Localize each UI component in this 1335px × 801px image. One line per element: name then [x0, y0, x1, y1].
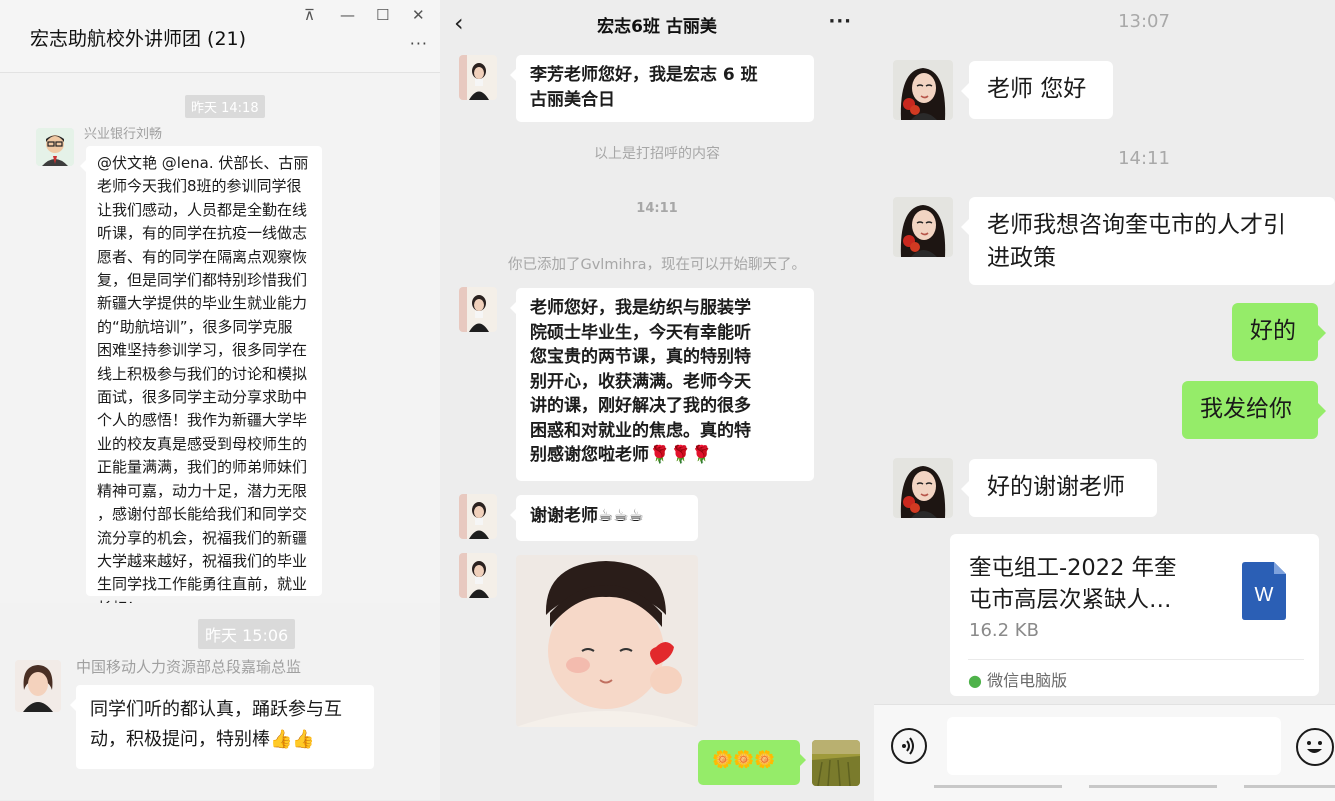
avatar[interactable]	[893, 458, 953, 518]
avatar[interactable]	[812, 740, 860, 786]
sent-message-bubble[interactable]: 我发给你	[1182, 381, 1326, 439]
file-message-card[interactable]: 奎屯组工-2022 年奎 屯市高层次紧缺人… 16.2 KB W ● 微信电脑版	[950, 534, 1319, 696]
maximize-icon[interactable]: ☐	[376, 6, 389, 24]
timestamp: 14:11	[1118, 148, 1170, 169]
keyboard-strip	[1244, 785, 1335, 788]
message-bubble[interactable]: 老师 您好	[961, 61, 1113, 119]
timestamp: 13:07	[1118, 11, 1170, 32]
message-bubble[interactable]: @伏文艳 @lena. 伏部长、古丽 老师今天我们8班的参训同学很 让我们感动，…	[80, 146, 322, 617]
sender-name: 中国移动人力资源部总段嘉瑜总监	[76, 658, 302, 676]
avatar[interactable]	[15, 660, 61, 712]
field-avatar-icon	[812, 740, 860, 786]
word-file-icon: W	[1242, 562, 1286, 620]
message-bubble[interactable]: 好的谢谢老师	[961, 459, 1157, 517]
sent-message-bubble[interactable]: 好的	[1232, 303, 1326, 361]
voice-icon[interactable]	[891, 728, 927, 764]
message-bubble[interactable]: 老师我想咨询奎屯市的人才引 进政策	[961, 197, 1335, 285]
user-avatar-icon	[893, 458, 953, 518]
group-chat-window: 宏志助航校外讲师团 (21) ⊼ — ☐ ✕ ··· 昨天 14:18 兴业银行…	[0, 0, 440, 800]
user-avatar-icon	[893, 197, 953, 257]
user-avatar-icon	[36, 128, 74, 166]
sender-name: 兴业银行刘畅	[84, 127, 163, 142]
avatar[interactable]	[459, 553, 497, 598]
input-bar	[874, 704, 1335, 801]
avatar[interactable]	[459, 55, 497, 100]
chat-header: 宏志助航校外讲师团 (21) ⊼ — ☐ ✕ ···	[0, 0, 440, 73]
timestamp: 昨天 14:18	[185, 95, 265, 118]
more-icon[interactable]: ···	[828, 11, 852, 32]
file-size: 16.2 KB	[969, 620, 1039, 641]
user-avatar-icon	[459, 55, 497, 100]
minimize-icon[interactable]: —	[340, 6, 355, 24]
message-bubble[interactable]: 老师您好，我是纺织与服装学 院硕士毕业生，今天有幸能听 您宝贵的两节课，真的特别…	[510, 288, 814, 481]
user-avatar-icon	[893, 60, 953, 120]
avatar[interactable]	[459, 287, 497, 332]
avatar[interactable]	[893, 197, 953, 257]
avatar[interactable]	[459, 494, 497, 539]
chat-title: 宏志6班 古丽美	[597, 17, 717, 37]
wechat-icon: ●	[968, 671, 982, 690]
avatar[interactable]	[893, 60, 953, 120]
system-message: 你已添加了Gvlmihra，现在可以开始聊天了。	[507, 257, 807, 273]
system-message: 以上是打招呼的内容	[594, 146, 720, 162]
chat-header: ‹ 宏志6班 古丽美 ···	[440, 0, 874, 46]
image-message[interactable]	[516, 555, 698, 727]
more-icon[interactable]: ···	[410, 34, 428, 53]
user-avatar-icon	[15, 660, 61, 712]
timestamp: 14:11	[636, 201, 678, 216]
private-chat-screen: ‹ 宏志6班 古丽美 ··· 李芳老师您好，我是宏志 6 班 古丽美合日 以上是…	[440, 0, 874, 800]
pin-icon[interactable]: ⊼	[304, 6, 315, 24]
file-source: ● 微信电脑版	[968, 671, 1068, 690]
word-letter: W	[1254, 584, 1274, 606]
file-name: 奎屯组工-2022 年奎 屯市高层次紧缺人…	[969, 555, 1177, 613]
divider	[968, 659, 1304, 660]
emoji-icon[interactable]	[1296, 728, 1334, 766]
sent-message-bubble[interactable]: 🌼🌼🌼	[698, 740, 806, 785]
chat-title: 宏志助航校外讲师团 (21)	[30, 28, 247, 50]
message-bubble[interactable]: 谢谢老师☕☕☕	[510, 495, 698, 541]
user-avatar-icon	[459, 287, 497, 332]
user-avatar-icon	[459, 553, 497, 598]
close-icon[interactable]: ✕	[412, 6, 425, 24]
message-bubble[interactable]: 李芳老师您好，我是宏志 6 班 古丽美合日	[510, 55, 814, 122]
message-input[interactable]	[947, 717, 1281, 775]
keyboard-strip	[934, 785, 1062, 788]
child-photo-image	[516, 555, 698, 727]
keyboard-strip	[1089, 785, 1217, 788]
timestamp: 昨天 15:06	[198, 619, 296, 649]
avatar[interactable]	[36, 128, 74, 166]
message-bubble[interactable]: 同学们听的都认真，踊跃参与互 动，积极提问，特别棒👍👍	[70, 685, 374, 769]
user-avatar-icon	[459, 494, 497, 539]
